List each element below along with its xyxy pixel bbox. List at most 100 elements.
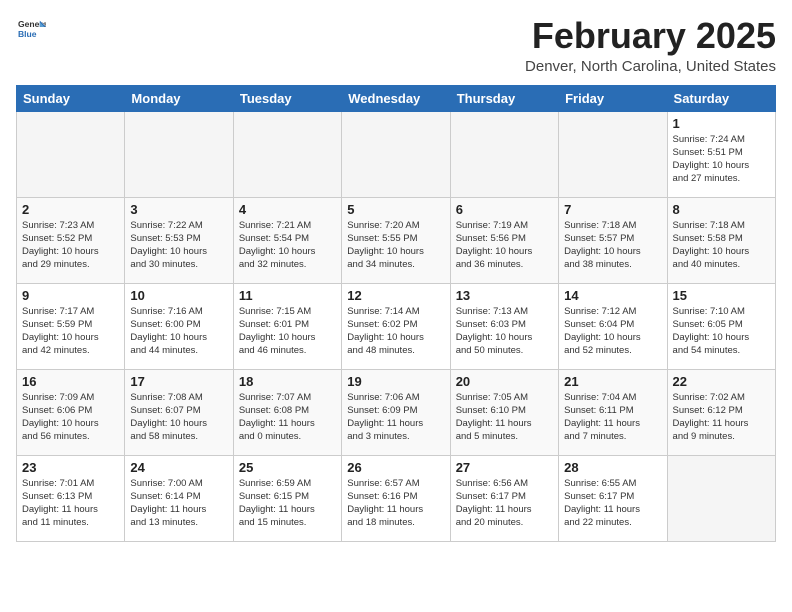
day-info: Sunrise: 7:19 AM Sunset: 5:56 PM Dayligh… xyxy=(456,219,553,272)
day-info: Sunrise: 7:14 AM Sunset: 6:02 PM Dayligh… xyxy=(347,305,444,358)
day-cell: 13 Sunrise: 7:13 AM Sunset: 6:03 PM Dayli… xyxy=(450,283,558,369)
day-cell: 14Sunrise: 7:12 AM Sunset: 6:04 PM Dayli… xyxy=(559,283,667,369)
day-info: Sunrise: 6:59 AM Sunset: 6:15 PM Dayligh… xyxy=(239,477,336,530)
day-number: 23 xyxy=(22,460,119,475)
day-cell: 25 Sunrise: 6:59 AM Sunset: 6:15 PM Dayli… xyxy=(233,455,341,541)
month-title: February 2025 xyxy=(525,16,776,56)
day-info: Sunrise: 7:16 AM Sunset: 6:00 PM Dayligh… xyxy=(130,305,227,358)
day-cell: 9 Sunrise: 7:17 AM Sunset: 5:59 PM Daylig… xyxy=(17,283,125,369)
day-number: 4 xyxy=(239,202,336,217)
day-number: 28 xyxy=(564,460,661,475)
day-cell: 24 Sunrise: 7:00 AM Sunset: 6:14 PM Dayli… xyxy=(125,455,233,541)
weekday-header-tuesday: Tuesday xyxy=(233,85,341,111)
day-cell: 16Sunrise: 7:09 AM Sunset: 6:06 PM Dayli… xyxy=(17,369,125,455)
weekday-header-row: SundayMondayTuesdayWednesdayThursdayFrid… xyxy=(17,85,776,111)
calendar-table: SundayMondayTuesdayWednesdayThursdayFrid… xyxy=(16,85,776,542)
week-row-1: 1 Sunrise: 7:24 AM Sunset: 5:51 PM Daylig… xyxy=(17,111,776,197)
day-number: 8 xyxy=(673,202,770,217)
day-info: Sunrise: 6:56 AM Sunset: 6:17 PM Dayligh… xyxy=(456,477,553,530)
day-number: 1 xyxy=(673,116,770,131)
svg-text:Blue: Blue xyxy=(18,29,37,39)
page-header: General Blue February 2025 Denver, North… xyxy=(16,16,776,75)
day-info: Sunrise: 7:15 AM Sunset: 6:01 PM Dayligh… xyxy=(239,305,336,358)
day-cell: 26 Sunrise: 6:57 AM Sunset: 6:16 PM Dayli… xyxy=(342,455,450,541)
day-cell: 3 Sunrise: 7:22 AM Sunset: 5:53 PM Daylig… xyxy=(125,197,233,283)
day-number: 10 xyxy=(130,288,227,303)
day-info: Sunrise: 7:17 AM Sunset: 5:59 PM Dayligh… xyxy=(22,305,119,358)
day-cell: 5 Sunrise: 7:20 AM Sunset: 5:55 PM Daylig… xyxy=(342,197,450,283)
day-cell: 1 Sunrise: 7:24 AM Sunset: 5:51 PM Daylig… xyxy=(667,111,775,197)
day-number: 12 xyxy=(347,288,444,303)
day-cell: 12 Sunrise: 7:14 AM Sunset: 6:02 PM Dayli… xyxy=(342,283,450,369)
day-info: Sunrise: 7:01 AM Sunset: 6:13 PM Dayligh… xyxy=(22,477,119,530)
day-info: Sunrise: 7:06 AM Sunset: 6:09 PM Dayligh… xyxy=(347,391,444,444)
day-number: 9 xyxy=(22,288,119,303)
weekday-header-wednesday: Wednesday xyxy=(342,85,450,111)
day-info: Sunrise: 7:22 AM Sunset: 5:53 PM Dayligh… xyxy=(130,219,227,272)
day-cell: 27Sunrise: 6:56 AM Sunset: 6:17 PM Dayli… xyxy=(450,455,558,541)
day-cell: 22 Sunrise: 7:02 AM Sunset: 6:12 PM Dayli… xyxy=(667,369,775,455)
day-info: Sunrise: 7:04 AM Sunset: 6:11 PM Dayligh… xyxy=(564,391,661,444)
day-info: Sunrise: 7:10 AM Sunset: 6:05 PM Dayligh… xyxy=(673,305,770,358)
day-cell: 18 Sunrise: 7:07 AM Sunset: 6:08 PM Dayli… xyxy=(233,369,341,455)
day-number: 22 xyxy=(673,374,770,389)
day-number: 24 xyxy=(130,460,227,475)
day-info: Sunrise: 7:13 AM Sunset: 6:03 PM Dayligh… xyxy=(456,305,553,358)
weekday-header-saturday: Saturday xyxy=(667,85,775,111)
day-cell xyxy=(342,111,450,197)
day-number: 6 xyxy=(456,202,553,217)
day-info: Sunrise: 7:20 AM Sunset: 5:55 PM Dayligh… xyxy=(347,219,444,272)
day-info: Sunrise: 7:08 AM Sunset: 6:07 PM Dayligh… xyxy=(130,391,227,444)
day-info: Sunrise: 7:07 AM Sunset: 6:08 PM Dayligh… xyxy=(239,391,336,444)
day-info: Sunrise: 7:18 AM Sunset: 5:58 PM Dayligh… xyxy=(673,219,770,272)
day-number: 18 xyxy=(239,374,336,389)
day-cell: 2 Sunrise: 7:23 AM Sunset: 5:52 PM Daylig… xyxy=(17,197,125,283)
day-info: Sunrise: 7:12 AM Sunset: 6:04 PM Dayligh… xyxy=(564,305,661,358)
day-info: Sunrise: 6:55 AM Sunset: 6:17 PM Dayligh… xyxy=(564,477,661,530)
day-number: 5 xyxy=(347,202,444,217)
day-number: 25 xyxy=(239,460,336,475)
day-number: 2 xyxy=(22,202,119,217)
week-row-4: 16Sunrise: 7:09 AM Sunset: 6:06 PM Dayli… xyxy=(17,369,776,455)
day-info: Sunrise: 7:21 AM Sunset: 5:54 PM Dayligh… xyxy=(239,219,336,272)
day-info: Sunrise: 7:05 AM Sunset: 6:10 PM Dayligh… xyxy=(456,391,553,444)
day-info: Sunrise: 7:18 AM Sunset: 5:57 PM Dayligh… xyxy=(564,219,661,272)
day-info: Sunrise: 6:57 AM Sunset: 6:16 PM Dayligh… xyxy=(347,477,444,530)
day-info: Sunrise: 7:24 AM Sunset: 5:51 PM Dayligh… xyxy=(673,133,770,186)
day-number: 13 xyxy=(456,288,553,303)
day-info: Sunrise: 7:09 AM Sunset: 6:06 PM Dayligh… xyxy=(22,391,119,444)
day-info: Sunrise: 7:23 AM Sunset: 5:52 PM Dayligh… xyxy=(22,219,119,272)
logo: General Blue xyxy=(16,16,46,49)
day-number: 20 xyxy=(456,374,553,389)
day-number: 21 xyxy=(564,374,661,389)
day-cell xyxy=(125,111,233,197)
weekday-header-monday: Monday xyxy=(125,85,233,111)
day-cell: 11 Sunrise: 7:15 AM Sunset: 6:01 PM Dayli… xyxy=(233,283,341,369)
day-cell: 19 Sunrise: 7:06 AM Sunset: 6:09 PM Dayli… xyxy=(342,369,450,455)
day-number: 19 xyxy=(347,374,444,389)
day-number: 11 xyxy=(239,288,336,303)
week-row-3: 9 Sunrise: 7:17 AM Sunset: 5:59 PM Daylig… xyxy=(17,283,776,369)
day-cell xyxy=(667,455,775,541)
day-cell: 7 Sunrise: 7:18 AM Sunset: 5:57 PM Daylig… xyxy=(559,197,667,283)
day-cell: 15Sunrise: 7:10 AM Sunset: 6:05 PM Dayli… xyxy=(667,283,775,369)
day-cell: 8 Sunrise: 7:18 AM Sunset: 5:58 PM Daylig… xyxy=(667,197,775,283)
day-cell xyxy=(233,111,341,197)
day-number: 7 xyxy=(564,202,661,217)
day-cell xyxy=(17,111,125,197)
day-info: Sunrise: 7:00 AM Sunset: 6:14 PM Dayligh… xyxy=(130,477,227,530)
day-cell: 21 Sunrise: 7:04 AM Sunset: 6:11 PM Dayli… xyxy=(559,369,667,455)
weekday-header-thursday: Thursday xyxy=(450,85,558,111)
day-info: Sunrise: 7:02 AM Sunset: 6:12 PM Dayligh… xyxy=(673,391,770,444)
day-cell: 17 Sunrise: 7:08 AM Sunset: 6:07 PM Dayli… xyxy=(125,369,233,455)
day-number: 17 xyxy=(130,374,227,389)
week-row-5: 23 Sunrise: 7:01 AM Sunset: 6:13 PM Dayli… xyxy=(17,455,776,541)
day-number: 3 xyxy=(130,202,227,217)
day-cell: 23 Sunrise: 7:01 AM Sunset: 6:13 PM Dayli… xyxy=(17,455,125,541)
day-cell: 10 Sunrise: 7:16 AM Sunset: 6:00 PM Dayli… xyxy=(125,283,233,369)
day-cell xyxy=(450,111,558,197)
day-cell: 28 Sunrise: 6:55 AM Sunset: 6:17 PM Dayli… xyxy=(559,455,667,541)
day-cell: 6 Sunrise: 7:19 AM Sunset: 5:56 PM Daylig… xyxy=(450,197,558,283)
day-number: 26 xyxy=(347,460,444,475)
location: Denver, North Carolina, United States xyxy=(525,58,776,75)
